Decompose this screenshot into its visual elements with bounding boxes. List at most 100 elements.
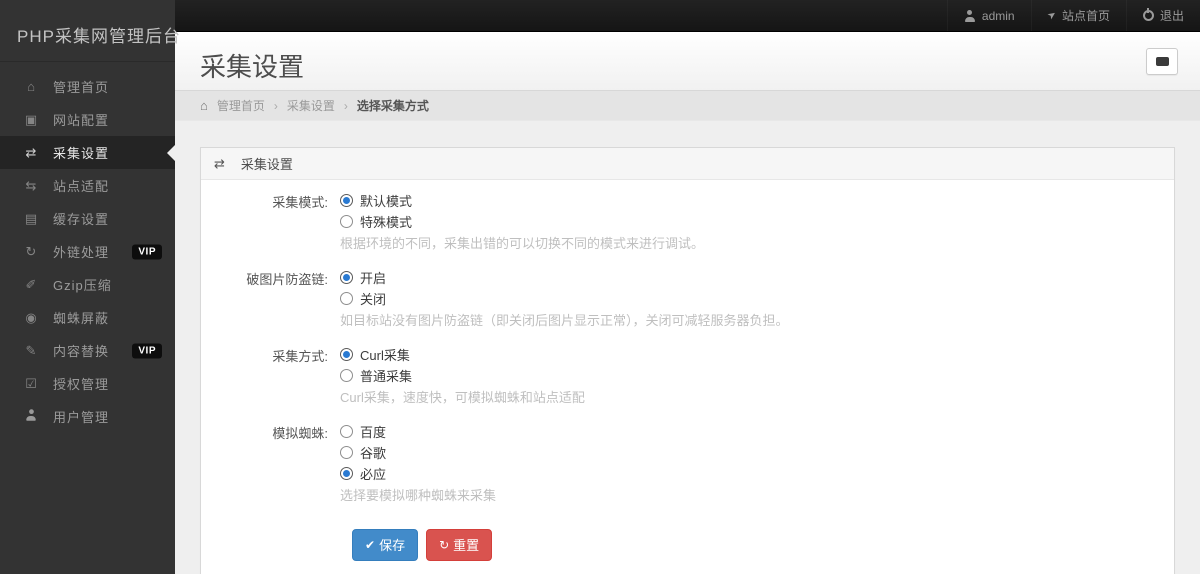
radio-special-mode[interactable]: 特殊模式	[340, 211, 704, 232]
field-label: 模拟蜘蛛:	[272, 426, 328, 441]
radio-label: 百度	[360, 425, 387, 440]
sidebar-item-license[interactable]: ☑ 授权管理	[0, 367, 175, 400]
chat-button[interactable]	[1146, 48, 1178, 75]
breadcrumb-level2[interactable]: 采集设置	[287, 91, 335, 121]
panel-header: ⇄ 采集设置	[201, 148, 1174, 180]
shuffle-icon: ⇆	[25, 177, 37, 193]
radio-label: 默认模式	[360, 194, 413, 209]
sidebar-item-label: 用户管理	[53, 410, 110, 425]
breadcrumb: ⌂ 管理首页 › 采集设置 › 选择采集方式	[175, 90, 1200, 121]
sidebar-item-cache-settings[interactable]: ▤ 缓存设置	[0, 202, 175, 235]
user-icon	[964, 9, 976, 22]
radio-icon	[340, 348, 353, 361]
radio-antileech-on[interactable]: 开启	[340, 267, 789, 288]
reset-button-label: 重置	[453, 538, 480, 553]
radio-antileech-off[interactable]: 关闭	[340, 288, 789, 309]
sidebar-item-outlink[interactable]: ↻ 外链处理 VIP	[0, 235, 175, 268]
field-help: Curl采集，速度快，可模拟蜘蛛和站点适配	[340, 390, 585, 405]
topbar-site-home-label: 站点首页	[1061, 9, 1110, 23]
home-icon[interactable]: ⌂	[200, 91, 208, 121]
field-controls: 开启 关闭 如目标站没有图片防盗链（即关闭后图片显示正常），关闭可减轻服务器负担…	[340, 267, 789, 330]
reset-icon: ↻	[439, 537, 450, 552]
sidebar-item-content-replace[interactable]: ✎ 内容替换 VIP	[0, 334, 175, 367]
reset-button[interactable]: ↻ 重置	[426, 529, 493, 561]
sidebar-item-label: 站点适配	[53, 179, 110, 194]
topbar-logout[interactable]: 退出	[1125, 0, 1200, 31]
sidebar-item-label: 网站配置	[53, 113, 110, 128]
home-icon: ⌂	[27, 79, 35, 94]
field-help: 选择要模拟哪种蜘蛛来采集	[340, 488, 497, 503]
button-row: ✔ 保存 ↻ 重置	[352, 529, 1159, 561]
topbar-user-label: admin	[981, 8, 1015, 23]
vip-badge: VIP	[132, 343, 162, 358]
radio-label: 普通采集	[360, 369, 413, 384]
field-label: 破图片防盗链:	[246, 272, 328, 287]
check-icon: ✔	[365, 537, 376, 552]
radio-icon	[340, 215, 353, 228]
sidebar-item-site-adapt[interactable]: ⇆ 站点适配	[0, 169, 175, 202]
radio-spider-google[interactable]: 谷歌	[340, 442, 496, 463]
vip-badge: VIP	[132, 244, 162, 259]
sidebar-item-label: 采集设置	[53, 146, 110, 161]
field-label: 采集模式:	[272, 195, 328, 210]
sidebar-item-spider-block[interactable]: ◉ 蜘蛛屏蔽	[0, 301, 175, 334]
sidebar-item-gzip[interactable]: ✐ Gzip压缩	[0, 268, 175, 301]
sidebar-item-label: 缓存设置	[53, 212, 110, 227]
field-controls: Curl采集 普通采集 Curl采集，速度快，可模拟蜘蛛和站点适配	[340, 344, 585, 407]
radio-normal-collect[interactable]: 普通采集	[340, 365, 585, 386]
panel-body: 采集模式: 默认模式 特殊模式 根据环境的不同，采集出错的可以切换不同的模式来进…	[201, 180, 1174, 574]
topbar-logout-label: 退出	[1159, 9, 1184, 23]
field-simulate-spider: 模拟蜘蛛: 百度 谷歌 必应 选择要模拟哪种蜘蛛来采集	[213, 421, 1159, 505]
panel-title: 采集设置	[240, 157, 293, 172]
wrench-icon: ✐	[25, 276, 37, 292]
pencil-icon: ✎	[25, 342, 37, 358]
sidebar-item-label: 蜘蛛屏蔽	[53, 311, 110, 326]
radio-spider-bing[interactable]: 必应	[340, 463, 496, 484]
breadcrumb-home[interactable]: 管理首页	[217, 91, 265, 121]
radio-label: 关闭	[360, 292, 387, 307]
radio-curl-collect[interactable]: Curl采集	[340, 344, 585, 365]
save-button[interactable]: ✔ 保存	[352, 529, 419, 561]
send-icon: ➤	[1045, 8, 1059, 23]
field-help: 如目标站没有图片防盗链（即关闭后图片显示正常），关闭可减轻服务器负担。	[340, 313, 789, 328]
radio-icon	[340, 292, 353, 305]
sidebar-item-admin-home[interactable]: ⌂ 管理首页	[0, 70, 175, 103]
topbar-user[interactable]: admin	[946, 0, 1031, 31]
radio-label: 开启	[360, 271, 387, 286]
breadcrumb-current: 选择采集方式	[356, 98, 429, 113]
app-logo[interactable]: PHP采集网管理后台	[0, 0, 180, 62]
page-header: 采集设置	[175, 32, 1200, 90]
config-icon: ▣	[24, 111, 38, 127]
user-icon	[23, 409, 39, 424]
topbar-site-home[interactable]: ➤ 站点首页	[1030, 0, 1126, 31]
sidebar-item-collect-settings[interactable]: ⇄ 采集设置	[0, 136, 175, 169]
eye-icon: ◉	[25, 309, 37, 325]
sidebar-menu: ⌂ 管理首页 ▣ 网站配置 ⇄ 采集设置 ⇆ 站点适配 ▤ 缓存设置 ↻ 外链处…	[0, 62, 175, 433]
collect-icon: ⇄	[25, 144, 37, 160]
radio-label: 谷歌	[360, 446, 387, 461]
sidebar-item-label: 内容替换	[53, 344, 110, 359]
breadcrumb-separator: ›	[343, 98, 348, 113]
radio-icon	[340, 369, 353, 382]
page-title: 采集设置	[200, 52, 305, 82]
radio-label: Curl采集	[360, 348, 410, 363]
field-collect-mode: 采集模式: 默认模式 特殊模式 根据环境的不同，采集出错的可以切换不同的模式来进…	[213, 190, 1159, 253]
sidebar-item-label: 管理首页	[53, 80, 110, 95]
radio-default-mode[interactable]: 默认模式	[340, 190, 704, 211]
sidebar-item-site-config[interactable]: ▣ 网站配置	[0, 103, 175, 136]
field-controls: 百度 谷歌 必应 选择要模拟哪种蜘蛛来采集	[340, 421, 496, 505]
license-icon: ☑	[25, 375, 37, 391]
sidebar: PHP采集网管理后台 ⌂ 管理首页 ▣ 网站配置 ⇄ 采集设置 ⇆ 站点适配 ▤…	[0, 0, 180, 574]
radio-label: 必应	[360, 467, 387, 482]
power-icon	[1142, 8, 1154, 21]
radio-spider-baidu[interactable]: 百度	[340, 421, 496, 442]
radio-icon	[340, 271, 353, 284]
main-content: 采集设置 ⌂ 管理首页 › 采集设置 › 选择采集方式 ⇄ 采集设置 采集模式:	[175, 32, 1200, 574]
radio-icon	[340, 446, 353, 459]
radio-label: 特殊模式	[360, 215, 413, 230]
breadcrumb-separator: ›	[273, 98, 278, 113]
field-collect-method: 采集方式: Curl采集 普通采集 Curl采集，速度快，可模拟蜘蛛和站点适配	[213, 344, 1159, 407]
sidebar-item-label: 授权管理	[53, 377, 110, 392]
field-help: 根据环境的不同，采集出错的可以切换不同的模式来进行调试。	[340, 236, 705, 251]
sidebar-item-users[interactable]: 用户管理	[0, 400, 175, 433]
